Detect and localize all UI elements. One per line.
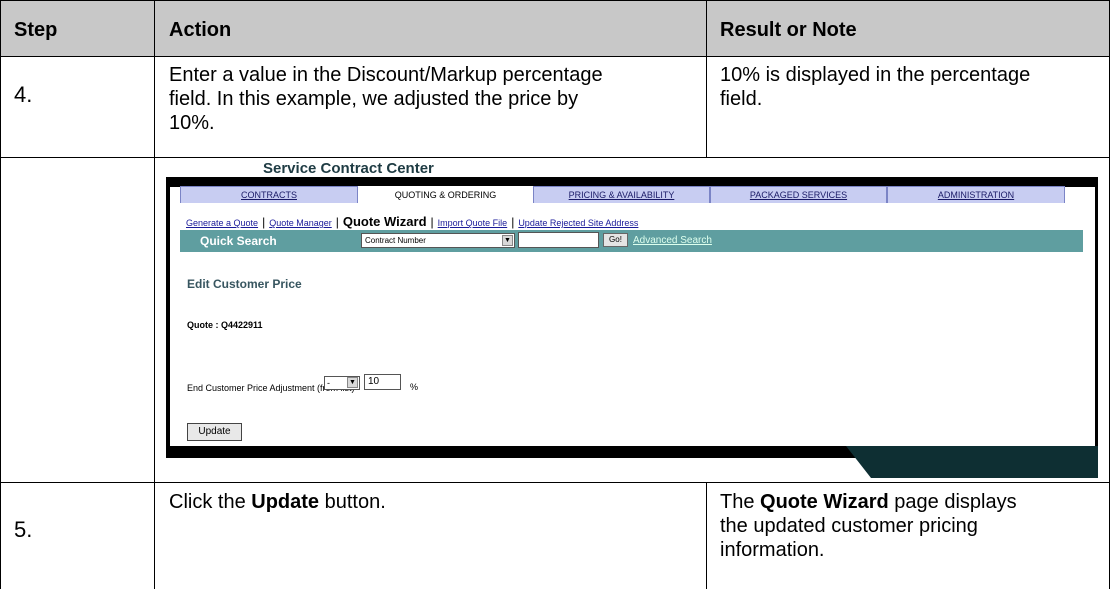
result-text-bold: Quote Wizard: [760, 491, 889, 513]
app-frame-right: [1095, 177, 1098, 457]
table-border-top: [0, 0, 1110, 1]
action-text-bold: Update: [251, 491, 320, 513]
result-text-part: The: [720, 491, 761, 513]
action-text: Click the Update button.: [169, 490, 386, 514]
table-col-divider: [706, 0, 707, 157]
result-text: 10% is displayed in the percentage field…: [720, 63, 1030, 111]
adjustment-sign-value: -: [327, 378, 330, 388]
quick-search-label: Quick Search: [200, 234, 277, 248]
result-line: field.: [720, 88, 763, 110]
app-footer-accent: [846, 446, 1098, 478]
dropdown-arrow-icon[interactable]: ▼: [347, 377, 358, 388]
action-text-part: Click the: [169, 491, 252, 513]
nav-separator: |: [262, 215, 266, 229]
app-frame-left: [166, 177, 170, 457]
tab-contracts[interactable]: CONTRACTS: [180, 186, 358, 203]
percent-unit: %: [410, 382, 419, 392]
search-type-value: Contract Number: [365, 236, 426, 245]
go-button[interactable]: Go!: [603, 233, 628, 247]
table-divider: [0, 56, 1110, 57]
quick-search-bar: Quick Search Contract Number ▼ Go! Advan…: [180, 230, 1083, 252]
action-text-part: button.: [319, 491, 386, 513]
table-col-divider: [154, 0, 155, 589]
action-line: 10%.: [169, 112, 215, 134]
adjustment-percentage-input[interactable]: 10: [364, 374, 401, 390]
result-text-part: page displays: [888, 491, 1017, 513]
sub-navigation: Generate a Quote | Quote Manager | Quote Wiz…: [186, 214, 638, 229]
tab-quoting-ordering[interactable]: QUOTING & ORDERING: [358, 186, 533, 203]
result-line: The Quote Wizard page displays: [720, 490, 1017, 514]
tab-pricing-availability[interactable]: PRICING & AVAILABILITY: [533, 186, 710, 203]
action-text: Enter a value in the Discount/Markup per…: [169, 63, 603, 135]
step-number: 5.: [14, 517, 33, 542]
search-type-select[interactable]: Contract Number ▼: [361, 233, 515, 248]
tab-administration[interactable]: ADMINISTRATION: [887, 186, 1065, 203]
table-header-row: [0, 0, 1110, 56]
link-generate-quote[interactable]: Generate a Quote: [186, 218, 258, 228]
result-line: 10% is displayed in the percentage: [720, 64, 1031, 86]
header-result: Result or Note: [720, 19, 857, 41]
table-divider: [0, 482, 1110, 483]
section-title: Edit Customer Price: [187, 277, 302, 291]
link-update-rejected-site-address[interactable]: Update Rejected Site Address: [518, 218, 638, 228]
table-col-divider: [706, 482, 707, 589]
current-page-quote-wizard: Quote Wizard: [342, 214, 427, 229]
table-border-left: [0, 0, 1, 589]
nav-separator: |: [335, 215, 339, 229]
step-number: 4.: [14, 82, 33, 107]
header-step: Step: [14, 19, 58, 41]
advanced-search-link[interactable]: Advanced Search: [633, 235, 712, 246]
app-title: Service Contract Center: [263, 160, 434, 177]
result-text: The Quote Wizard page displays the updat…: [720, 490, 1017, 562]
link-import-quote-file[interactable]: Import Quote File: [438, 218, 508, 228]
main-tabs: CONTRACTS QUOTING & ORDERING PRICING & A…: [180, 186, 1065, 203]
header-action: Action: [169, 19, 232, 41]
update-button[interactable]: Update: [187, 423, 242, 441]
app-screenshot: Service Contract Center CONTRACTS QUOTIN…: [166, 160, 1098, 478]
result-line: information.: [720, 539, 825, 561]
adjustment-sign-select[interactable]: - ▼: [324, 376, 360, 390]
dropdown-arrow-icon[interactable]: ▼: [502, 235, 513, 246]
link-quote-manager[interactable]: Quote Manager: [269, 218, 332, 228]
search-input[interactable]: [518, 232, 599, 248]
action-line: Enter a value in the Discount/Markup per…: [169, 64, 603, 86]
quote-number: Quote : Q4422911: [187, 320, 263, 330]
tab-packaged-services[interactable]: PACKAGED SERVICES: [710, 186, 887, 203]
nav-separator: |: [511, 215, 515, 229]
action-line: field. In this example, we adjusted the …: [169, 88, 579, 110]
nav-separator: |: [430, 215, 434, 229]
table-divider: [0, 157, 1110, 158]
result-line: the updated customer pricing: [720, 515, 978, 537]
